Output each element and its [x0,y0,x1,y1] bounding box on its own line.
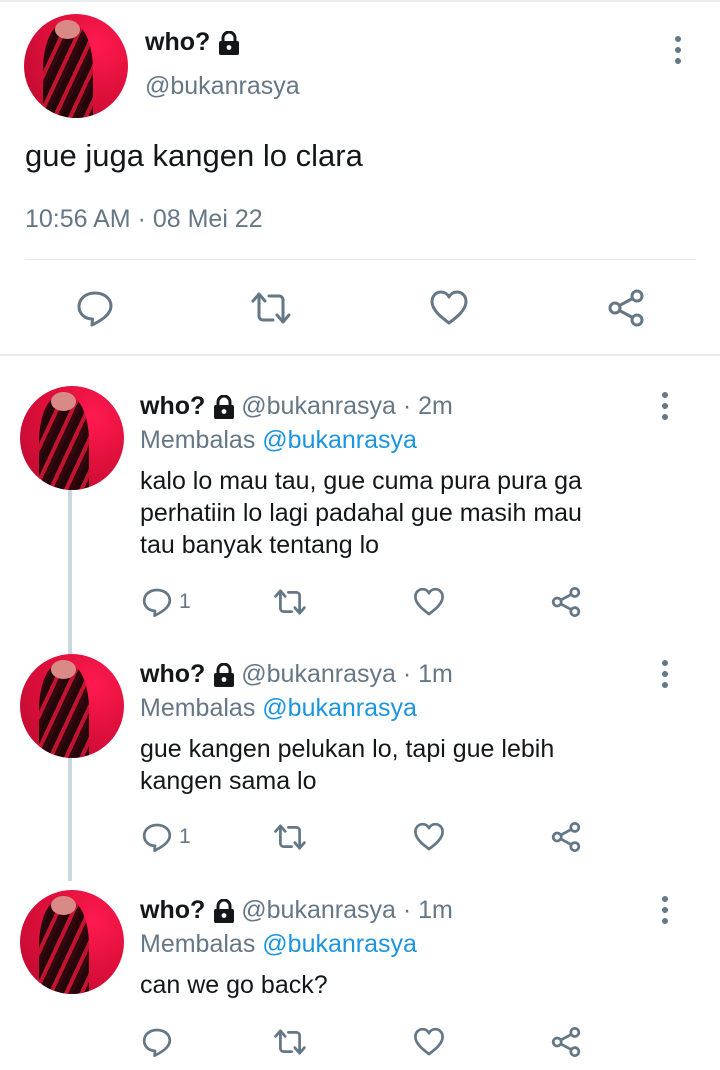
main-handle[interactable]: @bukanrasya [145,72,300,101]
more-vert-icon[interactable] [661,896,669,924]
reply-button[interactable] [141,1024,179,1060]
avatar[interactable] [24,14,128,118]
like-icon [430,290,468,325]
handle-and-time: @bukanrasya · 1m [241,896,453,924]
lock-icon [214,394,235,419]
replying-to: Membalas @bukanrasya [140,426,417,455]
share-icon [551,587,581,617]
top-divider [0,0,720,2]
replying-prefix: Membalas [140,694,256,722]
avatar-face [51,896,77,915]
reply-icon [142,588,172,617]
reply-text-line: gue kangen pelukan lo, tapi gue lebih [140,735,555,763]
display-name[interactable]: who? [140,660,205,689]
replying-to: Membalas @bukanrasya [140,930,417,959]
avatar-face [55,20,81,39]
handle-and-time: @bukanrasya · 2m [241,392,453,420]
reply-header: who? @bukanrasya · 1m [140,896,453,925]
reply-text-line: can we go back? [140,971,328,999]
replying-to: Membalas @bukanrasya [140,694,417,723]
handle-and-time: @bukanrasya · 1m [241,660,453,688]
lock-icon [214,898,235,923]
reply-text-line: tau banyak tentang lo [140,531,380,559]
reply-tweet[interactable]: who? @bukanrasya · 1m Membalas @bukanras… [0,654,720,874]
retweet-icon [274,1029,306,1055]
like-button[interactable] [426,285,472,331]
reply-icon [142,823,172,852]
reply-text: can we go back? [140,969,660,1001]
avatar[interactable] [20,654,124,758]
reply-count: 1 [179,590,191,613]
reply-header: who? @bukanrasya · 1m [140,660,453,689]
reply-tweet[interactable]: who? @bukanrasya · 1m Membalas @bukanras… [0,890,720,1070]
share-icon [551,1027,581,1057]
share-icon [551,822,581,852]
retweet-icon [274,824,306,850]
display-name-text: who? [145,28,211,56]
retweet-button[interactable] [273,1024,307,1060]
reply-text-line: kangen sama lo [140,767,317,795]
reply-text-line: perhatiin lo lagi padahal gue masih mau [140,499,582,527]
like-icon [414,587,444,616]
mention-link[interactable]: @bukanrasya [262,426,417,454]
avatar-face [51,660,77,679]
reply-button[interactable]: 1 [141,584,191,620]
more-vert-icon[interactable] [661,660,669,688]
display-name[interactable]: who? [140,896,205,925]
divider [25,259,696,260]
reply-button[interactable]: 1 [141,819,191,855]
avatar-face [51,392,77,411]
display-name[interactable]: who? [140,392,205,421]
reply-actions [0,1024,720,1060]
share-button[interactable] [603,285,649,331]
tweet-text: gue juga kangen lo clara [25,138,363,173]
reply-tweet[interactable]: who? @bukanrasya · 2m Membalas @bukanras… [0,386,720,626]
like-button[interactable] [413,584,445,620]
reply-button[interactable] [72,285,118,331]
share-icon [608,289,644,327]
like-button[interactable] [413,819,445,855]
tweet-timestamp[interactable]: 10:56 AM · 08 Mei 22 [25,205,263,234]
like-icon [414,1027,444,1056]
avatar[interactable] [20,890,124,994]
reply-actions: 1 [0,584,720,620]
like-button[interactable] [413,1024,445,1060]
mention-link[interactable]: @bukanrasya [262,930,417,958]
retweet-icon [251,292,291,324]
retweet-button[interactable] [248,285,294,331]
lock-icon [214,662,235,687]
section-divider [0,354,720,356]
replying-prefix: Membalas [140,426,256,454]
retweet-button[interactable] [273,819,307,855]
avatar[interactable] [20,386,124,490]
share-button[interactable] [550,584,582,620]
like-icon [414,822,444,851]
reply-icon [77,291,113,327]
reply-count: 1 [179,825,191,848]
reply-text: gue kangen pelukan lo, tapi gue lebih ka… [140,733,660,797]
mention-link[interactable]: @bukanrasya [262,694,417,722]
retweet-button[interactable] [273,584,307,620]
share-button[interactable] [550,819,582,855]
reply-icon [142,1028,172,1057]
more-vert-icon[interactable] [674,36,682,64]
reply-header: who? @bukanrasya · 2m [140,392,453,421]
main-tweet-actions [0,285,720,331]
share-button[interactable] [550,1024,582,1060]
retweet-icon [274,589,306,615]
lock-icon [219,30,240,55]
reply-actions: 1 [0,819,720,855]
more-vert-icon[interactable] [661,392,669,420]
main-display-name[interactable]: who? [145,28,240,57]
reply-text: kalo lo mau tau, gue cuma pura pura ga p… [140,465,660,561]
reply-text-line: kalo lo mau tau, gue cuma pura pura ga [140,467,582,495]
replying-prefix: Membalas [140,930,256,958]
